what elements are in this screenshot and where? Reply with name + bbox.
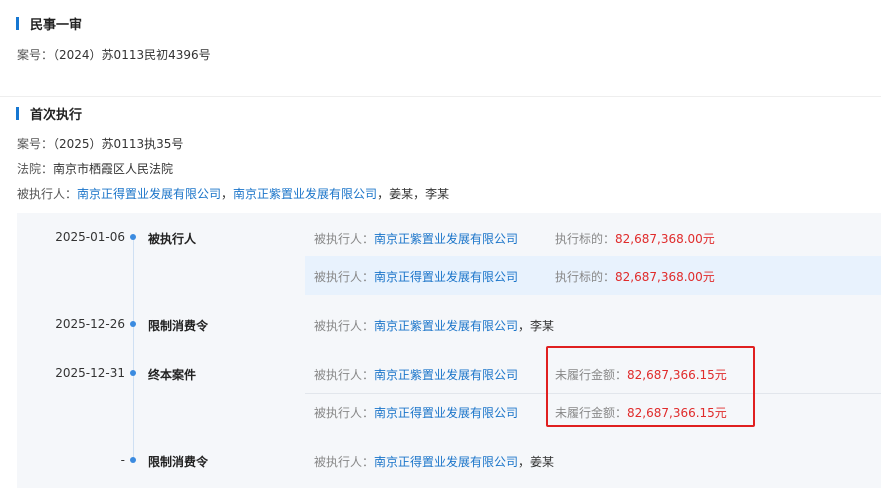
section-title-text: 民事一审 bbox=[30, 17, 83, 33]
timeline-dot bbox=[130, 321, 136, 327]
timeline-dot bbox=[130, 370, 136, 376]
row-label: 被执行人： bbox=[314, 368, 375, 382]
amount-label: 执行标的： bbox=[555, 232, 616, 246]
company-link[interactable]: 南京正紫置业发展有限公司 bbox=[374, 232, 518, 246]
row-label: 被执行人： bbox=[314, 270, 375, 284]
executed-company-link[interactable]: 南京正得置业发展有限公司 bbox=[77, 187, 221, 201]
amount-label: 执行标的： bbox=[555, 270, 616, 284]
timeline-row: 被执行人：南京正得置业发展有限公司 bbox=[314, 404, 518, 421]
executed-others: ，姜某，李某 bbox=[377, 187, 450, 201]
timeline-row: 被执行人：南京正紫置业发展有限公司 bbox=[314, 366, 518, 383]
case-number-line: 案号：（2024）苏0113民初4396号 bbox=[17, 46, 211, 63]
event-date: 2025-01-06 bbox=[55, 230, 125, 244]
court-label: 法院： bbox=[17, 162, 54, 176]
event-date: 2025-12-26 bbox=[55, 317, 125, 331]
accent-bar bbox=[16, 16, 19, 30]
court-value: 南京市栖霞区人民法院 bbox=[53, 162, 174, 176]
timeline-dot bbox=[130, 457, 136, 463]
row-label: 被执行人： bbox=[314, 232, 375, 246]
event-type: 限制消费令 bbox=[148, 455, 209, 469]
timeline-dot bbox=[130, 234, 136, 240]
annotation-highlight-box bbox=[546, 346, 755, 427]
timeline-row: 被执行人：南京正紫置业发展有限公司，李某 bbox=[314, 317, 554, 334]
row-label: 被执行人： bbox=[314, 455, 375, 469]
timeline-line bbox=[133, 239, 134, 460]
company-link[interactable]: 南京正得置业发展有限公司 bbox=[374, 406, 518, 420]
case-number-value: （2025）苏0113执35号 bbox=[53, 137, 184, 151]
event-type: 被执行人 bbox=[148, 232, 197, 246]
timeline-row: 被执行人：南京正紫置业发展有限公司 bbox=[314, 230, 518, 247]
row-label: 被执行人： bbox=[314, 406, 375, 420]
event-date: 2025-12-31 bbox=[55, 366, 125, 380]
case-number-label: 案号： bbox=[17, 137, 54, 151]
company-link[interactable]: 南京正紫置业发展有限公司 bbox=[374, 319, 518, 333]
company-link[interactable]: 南京正得置业发展有限公司 bbox=[374, 455, 518, 469]
row-suffix: ，姜某 bbox=[518, 455, 555, 469]
company-link[interactable]: 南京正紫置业发展有限公司 bbox=[374, 368, 518, 382]
amount-value: 82,687,368.00元 bbox=[615, 232, 715, 246]
event-type: 终本案件 bbox=[148, 368, 197, 382]
separator: ， bbox=[221, 187, 234, 201]
case-number-value: （2024）苏0113民初4396号 bbox=[53, 48, 211, 62]
section-title-civil-first-instance: 民事一审 bbox=[16, 14, 83, 33]
event-date: - bbox=[120, 453, 125, 467]
row-label: 被执行人： bbox=[314, 319, 375, 333]
amount-cell: 执行标的：82,687,368.00元 bbox=[555, 268, 715, 285]
court-line: 法院：南京市栖霞区人民法院 bbox=[17, 160, 173, 177]
section-divider bbox=[0, 96, 881, 97]
executed-persons-line: 被执行人：南京正得置业发展有限公司，南京正紫置业发展有限公司，姜某，李某 bbox=[17, 185, 449, 202]
section-title-first-execution: 首次执行 bbox=[16, 104, 83, 123]
timeline-row: 被执行人：南京正得置业发展有限公司，姜某 bbox=[314, 453, 554, 470]
company-link[interactable]: 南京正得置业发展有限公司 bbox=[374, 270, 518, 284]
timeline-row: 被执行人：南京正得置业发展有限公司 bbox=[314, 268, 518, 285]
row-suffix: ，李某 bbox=[518, 319, 555, 333]
event-type: 限制消费令 bbox=[148, 319, 209, 333]
case-number-label: 案号： bbox=[17, 48, 54, 62]
section-title-text: 首次执行 bbox=[30, 107, 83, 123]
executed-label: 被执行人： bbox=[17, 187, 78, 201]
executed-company-link[interactable]: 南京正紫置业发展有限公司 bbox=[233, 187, 377, 201]
amount-value: 82,687,368.00元 bbox=[615, 270, 715, 284]
case-number-line: 案号：（2025）苏0113执35号 bbox=[17, 135, 183, 152]
amount-cell: 执行标的：82,687,368.00元 bbox=[555, 230, 715, 247]
accent-bar bbox=[16, 106, 19, 120]
